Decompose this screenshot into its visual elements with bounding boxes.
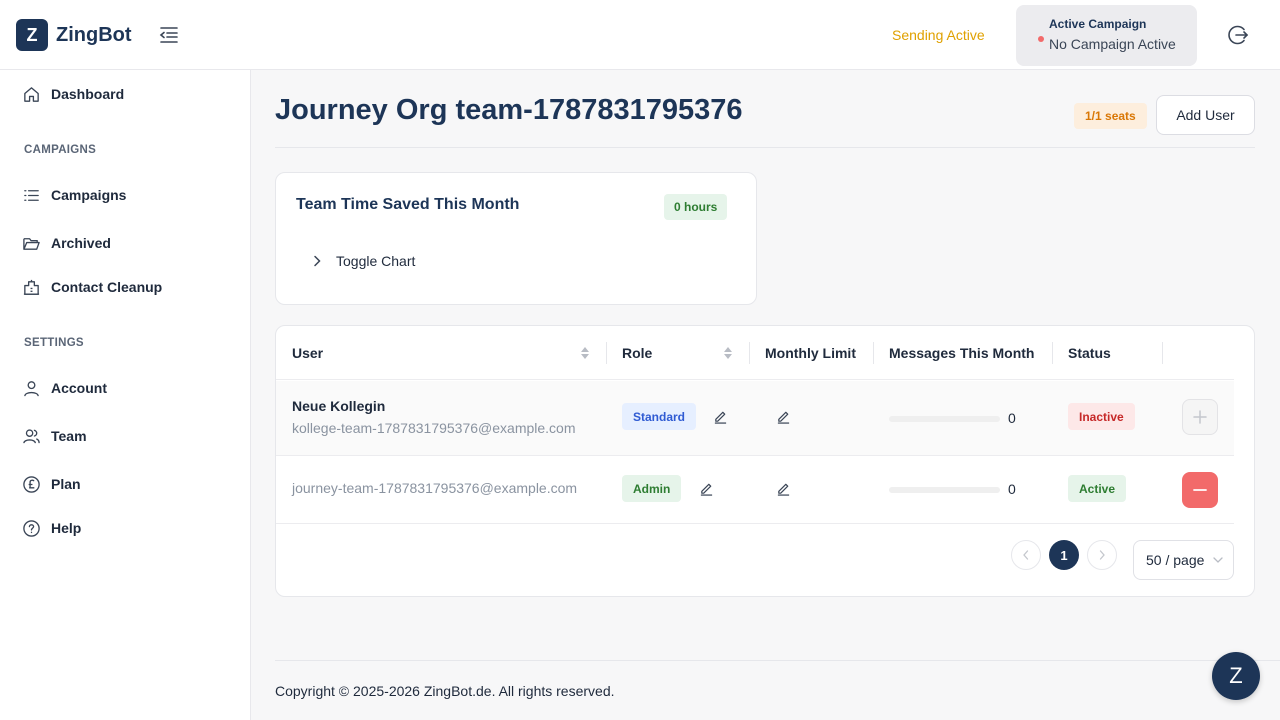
sidebar-item-campaigns[interactable]: Campaigns (22, 183, 126, 207)
edit-limit-icon[interactable] (776, 409, 791, 424)
column-header-monthly-limit: Monthly Limit (765, 345, 856, 361)
column-separator (1162, 342, 1163, 364)
edit-limit-icon[interactable] (776, 481, 791, 496)
messages-count: 0 (1008, 481, 1016, 497)
status-badge: Inactive (1068, 403, 1135, 430)
chevron-right-icon (1099, 550, 1105, 560)
edit-role-icon[interactable] (713, 409, 728, 424)
copyright-text: Copyright © 2025-2026 ZingBot.de. All ri… (275, 683, 615, 699)
folder-open-icon (23, 237, 40, 250)
active-campaign-label: Active Campaign (1049, 17, 1147, 31)
role-badge: Standard (622, 403, 697, 430)
sidebar-item-account[interactable]: Account (22, 376, 107, 400)
table-header: User Role Monthly Limit Messages This Mo… (276, 326, 1234, 380)
remove-user-button[interactable] (1182, 472, 1218, 508)
user-icon (24, 380, 39, 396)
top-header: Z ZingBot Sending Active Active Campaign… (0, 0, 1280, 70)
minus-icon (1193, 489, 1207, 491)
activate-user-button[interactable] (1182, 399, 1218, 435)
edit-role-icon[interactable] (699, 481, 714, 496)
sidebar-item-label: Team (51, 428, 87, 444)
messages-count: 0 (1008, 410, 1016, 426)
chevron-down-icon (1213, 557, 1223, 563)
role-badge: Admin (622, 475, 682, 502)
sidebar-item-label: Contact Cleanup (51, 279, 163, 295)
table-row: journey-team-1787831795376@example.com A… (276, 456, 1234, 524)
seats-badge: 1/1 seats (1074, 103, 1147, 129)
sidebar-item-contact-cleanup[interactable]: Contact Cleanup (22, 275, 162, 299)
column-header-messages: Messages This Month (889, 345, 1035, 361)
sidebar-item-label: Help (51, 520, 82, 536)
add-user-button[interactable]: Add User (1156, 95, 1255, 135)
page-title: Journey Org team-1787831795376 (275, 94, 743, 126)
users-table: User Role Monthly Limit Messages This Mo… (275, 325, 1255, 597)
footer-divider (275, 660, 1280, 661)
messages-progress-bar (889, 416, 1000, 422)
status-badge: Active (1068, 475, 1127, 502)
plus-icon (1193, 410, 1207, 424)
chat-widget-button[interactable]: Z (1212, 652, 1260, 700)
sidebar-item-label: Archived (51, 235, 111, 251)
user-name: Neue Kollegin (292, 398, 386, 414)
column-separator (749, 342, 750, 364)
messages-progress-bar (889, 487, 1000, 493)
active-campaign-value: No Campaign Active (1049, 36, 1176, 52)
help-icon (23, 519, 40, 537)
team-icon (23, 428, 40, 443)
section-settings: SETTINGS (24, 337, 84, 349)
sidebar-item-dashboard[interactable]: Dashboard (22, 82, 124, 106)
sort-icon[interactable] (580, 346, 590, 360)
column-header-role: Role (622, 345, 653, 361)
hours-badge: 0 hours (664, 194, 728, 220)
pagination-next-button[interactable] (1087, 540, 1117, 570)
brand-name[interactable]: ZingBot (56, 24, 132, 47)
time-saved-card: Team Time Saved This Month 0 hours Toggl… (275, 172, 757, 305)
toggle-chart-label: Toggle Chart (336, 253, 416, 269)
column-header-status: Status (1068, 345, 1111, 361)
sidebar-item-archived[interactable]: Archived (22, 231, 111, 255)
column-separator (873, 342, 874, 364)
sidebar-item-plan[interactable]: Plan (22, 472, 81, 496)
chevron-left-icon (1023, 550, 1029, 560)
sending-status: Sending Active (892, 27, 985, 43)
sidebar: Dashboard CAMPAIGNS Campaigns Archived C… (0, 70, 251, 720)
user-email: kollege-team-1787831795376@example.com (292, 420, 576, 436)
section-campaigns: CAMPAIGNS (24, 144, 97, 156)
user-email: journey-team-1787831795376@example.com (292, 480, 578, 496)
table-row: Neue Kollegin kollege-team-1787831795376… (276, 381, 1234, 456)
home-icon (24, 86, 39, 102)
logout-icon[interactable] (1226, 23, 1250, 47)
sidebar-item-label: Dashboard (51, 86, 125, 102)
page-size-value: 50 / page (1146, 552, 1205, 568)
building-icon (23, 279, 40, 295)
title-divider (275, 147, 1255, 148)
pagination-page-current[interactable]: 1 (1049, 540, 1079, 570)
logo-badge[interactable]: Z (16, 19, 48, 51)
list-icon (24, 189, 39, 201)
campaign-status-dot (1038, 36, 1044, 42)
sort-icon[interactable] (723, 346, 733, 360)
sidebar-item-help[interactable]: Help (22, 516, 81, 540)
pagination-prev-button[interactable] (1011, 540, 1041, 570)
sidebar-item-label: Account (51, 380, 107, 396)
column-separator (606, 342, 607, 364)
toggle-chart-button[interactable]: Toggle Chart (312, 253, 415, 269)
active-campaign-box[interactable]: Active Campaign No Campaign Active (1016, 5, 1197, 66)
column-header-user: User (292, 345, 324, 361)
time-saved-title: Team Time Saved This Month (296, 196, 520, 213)
pound-icon (23, 475, 40, 493)
sidebar-item-label: Campaigns (51, 187, 127, 203)
sidebar-collapse-icon[interactable] (158, 24, 180, 46)
page-size-select[interactable]: 50 / page (1133, 540, 1234, 580)
sidebar-item-team[interactable]: Team (22, 424, 87, 448)
chevron-right-icon (314, 255, 321, 267)
sidebar-item-label: Plan (51, 476, 81, 492)
column-separator (1052, 342, 1053, 364)
